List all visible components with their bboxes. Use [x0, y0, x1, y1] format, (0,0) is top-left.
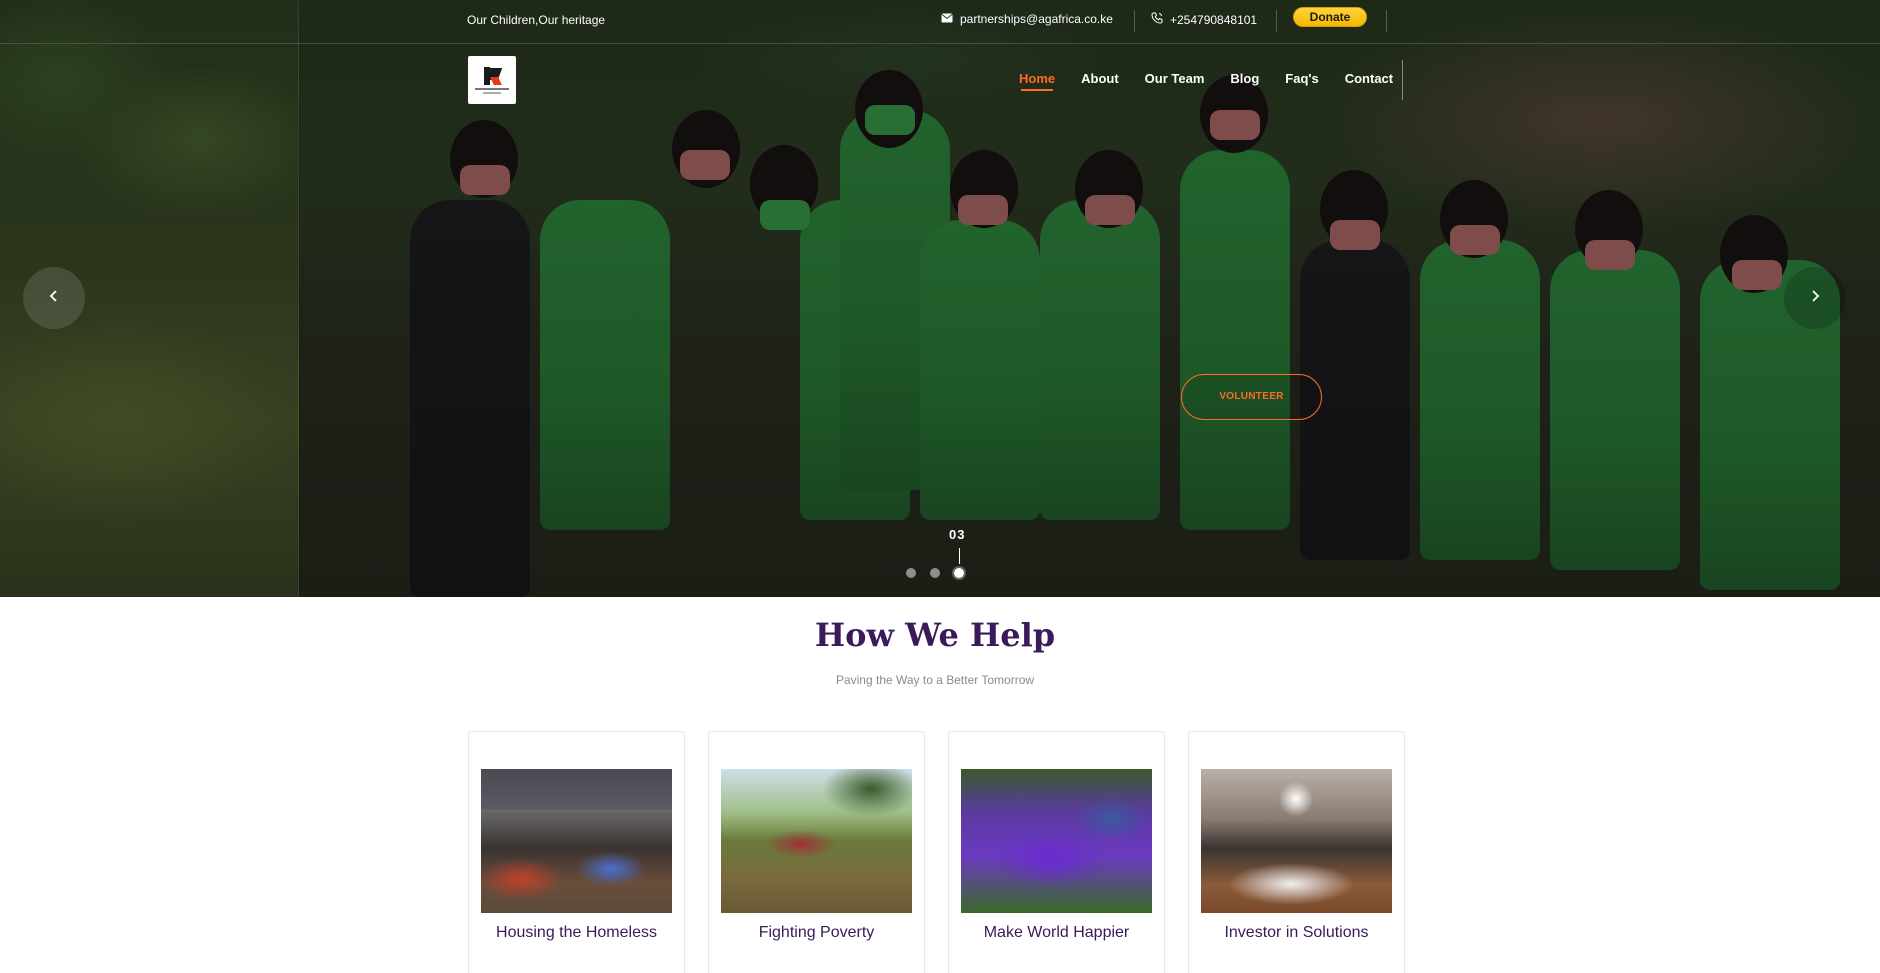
- card-title[interactable]: Fighting Poverty: [709, 924, 924, 942]
- main-nav: Home About Our Team Blog Faq's Contact: [1019, 71, 1393, 91]
- phone-icon: [1151, 12, 1163, 27]
- logo-mark: [484, 66, 503, 85]
- card-title[interactable]: Make World Happier: [949, 924, 1164, 942]
- nav-item-faqs[interactable]: Faq's: [1285, 71, 1318, 86]
- slider-next-button[interactable]: [1784, 267, 1846, 329]
- divider: [1134, 10, 1135, 32]
- card-image: [1201, 769, 1392, 913]
- section-title: How We Help: [814, 616, 1056, 654]
- nav-item-home[interactable]: Home: [1019, 71, 1055, 91]
- chevron-right-icon: [1808, 289, 1822, 308]
- card-image: [961, 769, 1152, 913]
- slider-prev-button[interactable]: [23, 267, 85, 329]
- card-image: [481, 769, 672, 913]
- slide-indicator-line: [959, 548, 960, 564]
- slider-dots: [906, 568, 964, 578]
- card-title[interactable]: Housing the Homeless: [469, 924, 684, 942]
- nav-item-contact[interactable]: Contact: [1345, 71, 1393, 86]
- nav-divider: [1402, 60, 1403, 100]
- chevron-left-icon: [47, 289, 61, 308]
- hero-overlay: [0, 0, 1880, 597]
- contact-phone[interactable]: +254790848101: [1151, 12, 1257, 27]
- volunteer-button[interactable]: VOLUNTEER: [1181, 374, 1322, 420]
- nav-item-our-team[interactable]: Our Team: [1145, 71, 1205, 86]
- envelope-icon: [941, 12, 953, 26]
- tagline: Our Children,Our heritage: [467, 13, 606, 27]
- slide-number: 03: [949, 527, 966, 542]
- card-title[interactable]: Investor in Solutions: [1189, 924, 1404, 942]
- help-card[interactable]: Housing the Homeless: [468, 731, 685, 973]
- nav-item-blog[interactable]: Blog: [1230, 71, 1259, 86]
- section-subtitle: Paving the Way to a Better Tomorrow: [835, 673, 1035, 687]
- slider-dot-3[interactable]: [954, 568, 964, 578]
- hero-slider: Our Children,Our heritage partnerships@a…: [0, 0, 1880, 597]
- card-image: [721, 769, 912, 913]
- help-card[interactable]: Investor in Solutions: [1188, 731, 1405, 973]
- nav-item-about[interactable]: About: [1081, 71, 1119, 86]
- phone-text: +254790848101: [1170, 12, 1258, 27]
- contact-email[interactable]: partnerships@agafrica.co.ke: [941, 12, 1113, 26]
- help-card[interactable]: Make World Happier: [948, 731, 1165, 973]
- site-logo[interactable]: [468, 56, 516, 104]
- divider: [1276, 10, 1277, 32]
- donate-button[interactable]: Donate: [1293, 7, 1367, 27]
- top-bar: Our Children,Our heritage partnerships@a…: [0, 0, 1880, 44]
- divider: [1386, 10, 1387, 32]
- slider-dot-2[interactable]: [930, 568, 940, 578]
- email-text: partnerships@agafrica.co.ke: [960, 12, 1113, 26]
- slider-dot-1[interactable]: [906, 568, 916, 578]
- help-card[interactable]: Fighting Poverty: [708, 731, 925, 973]
